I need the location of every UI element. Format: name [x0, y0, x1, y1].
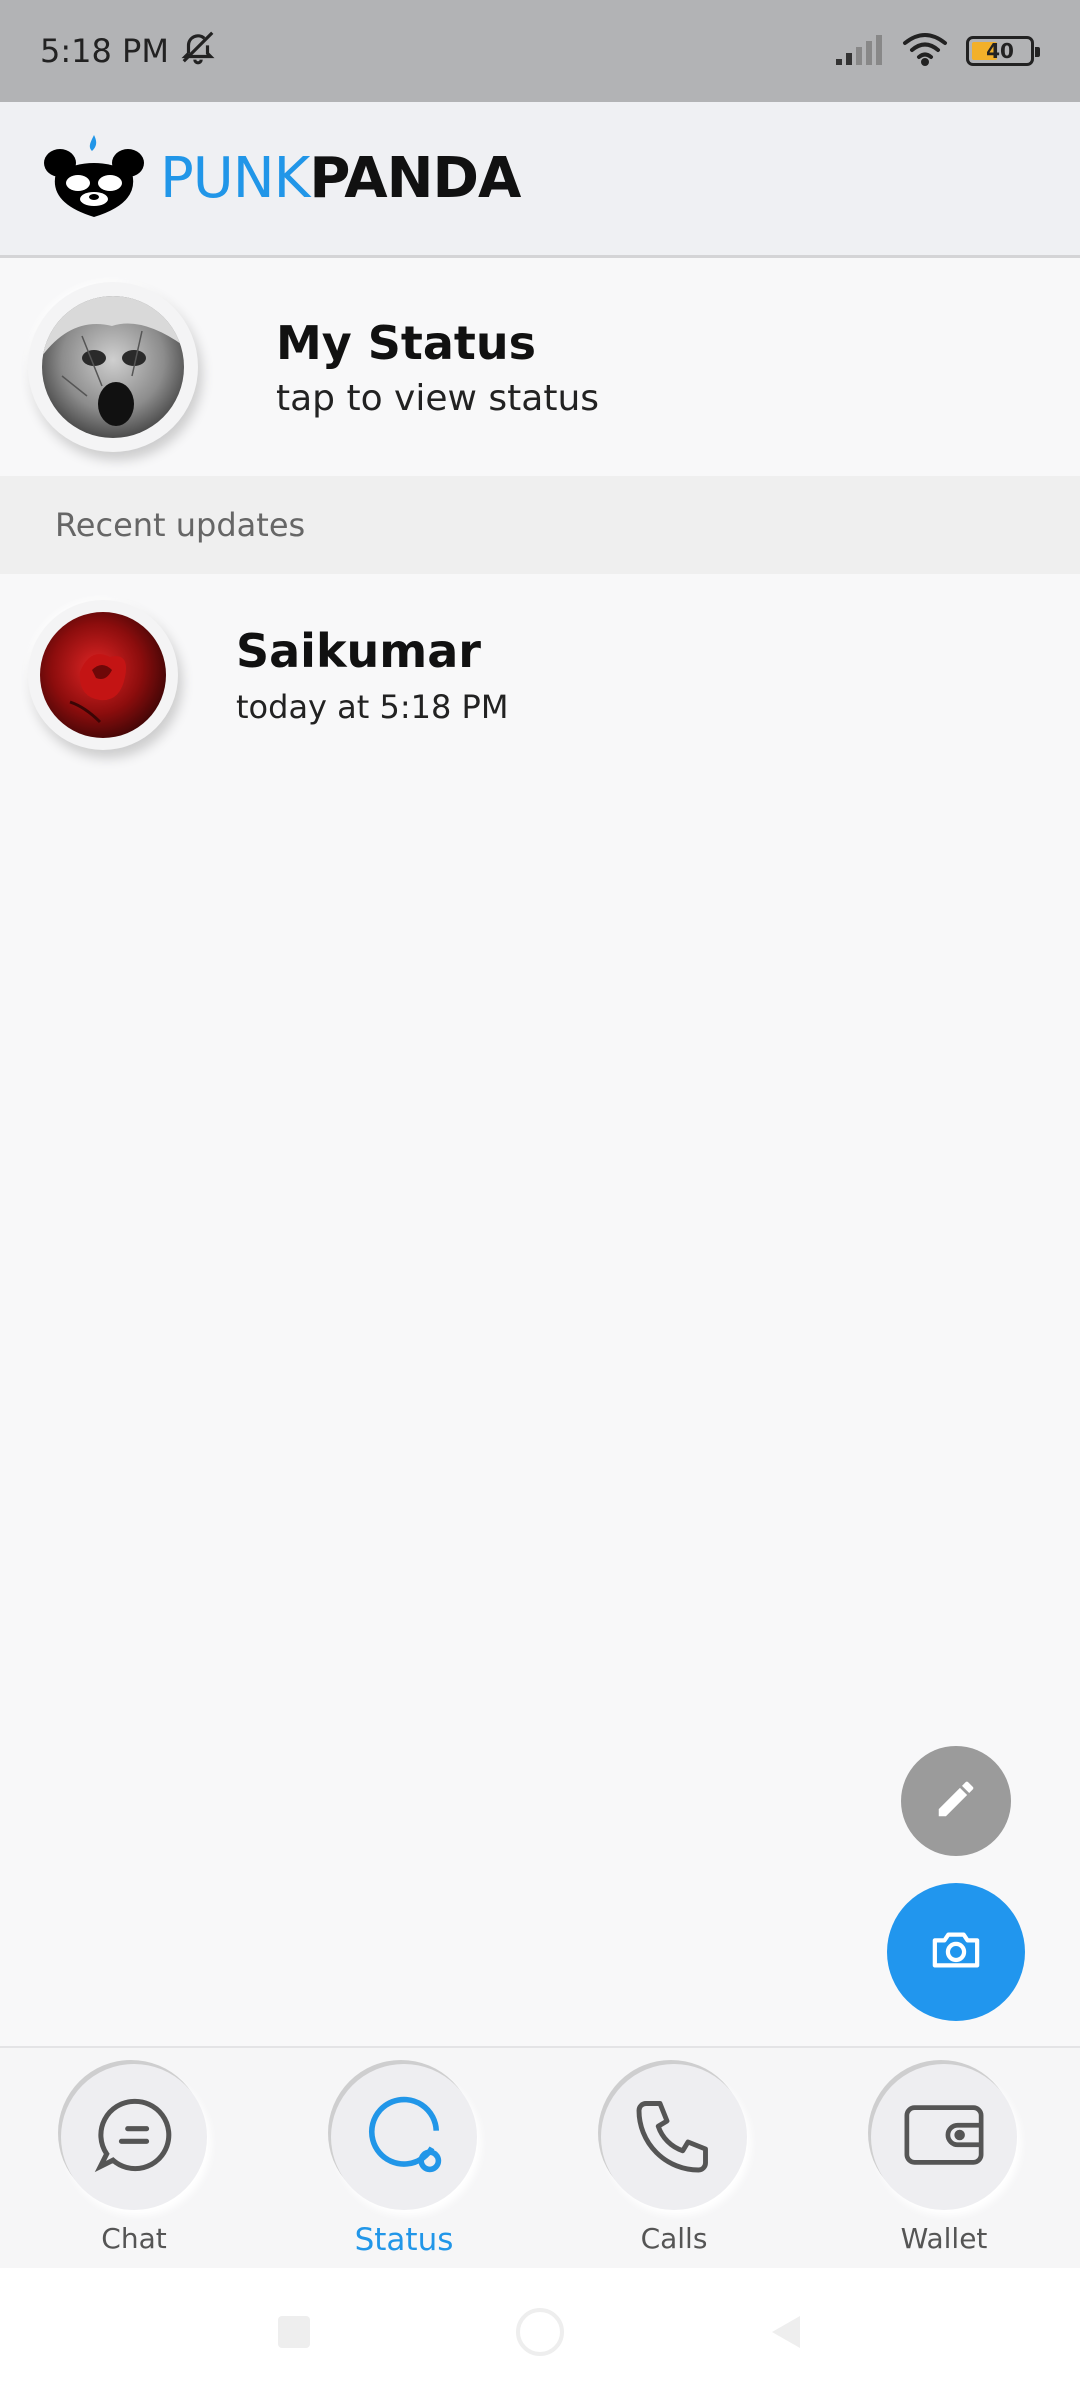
nav-label-wallet: Wallet: [900, 2222, 988, 2255]
nav-item-wallet[interactable]: Wallet: [864, 2064, 1024, 2264]
back-icon[interactable]: [766, 2312, 806, 2356]
update-text: Saikumar today at 5:18 PM: [236, 624, 508, 726]
my-status-subtitle: tap to view status: [276, 377, 600, 419]
app-header: PUNKPANDA: [0, 102, 1080, 258]
my-status-text: My Status tap to view status: [276, 316, 599, 419]
nav-item-calls[interactable]: Calls: [594, 2064, 754, 2264]
nav-circle-chat[interactable]: [61, 2064, 207, 2210]
mute-bell-icon: [179, 28, 217, 74]
system-status-bar: 5:18 PM 40: [0, 0, 1080, 102]
my-avatar-image: [42, 296, 184, 438]
battery-level: 40: [986, 39, 1014, 63]
bottom-nav: Chat Status Calls Wallet: [0, 2046, 1080, 2268]
list-item[interactable]: Saikumar today at 5:18 PM: [0, 595, 1080, 755]
my-status-avatar[interactable]: [28, 282, 198, 452]
camera-status-button[interactable]: [887, 1883, 1025, 2021]
signal-icon: [836, 33, 884, 69]
nav-circle-status[interactable]: [331, 2064, 477, 2210]
nav-circle-wallet[interactable]: [871, 2064, 1017, 2210]
status-bar-right: 40: [836, 32, 1040, 70]
recent-updates-header: Recent updates: [0, 476, 1080, 574]
contact-status-avatar[interactable]: [28, 600, 178, 750]
recents-icon[interactable]: [274, 2312, 314, 2356]
home-icon[interactable]: [514, 2306, 566, 2362]
nav-label-calls: Calls: [640, 2222, 708, 2255]
clock: 5:18 PM: [40, 32, 169, 70]
wifi-icon: [902, 32, 948, 70]
chat-bubble-icon: [92, 2093, 176, 2181]
nav-label-status: Status: [354, 2222, 454, 2258]
brand: PUNKPANDA: [42, 133, 521, 225]
camera-icon: [931, 1927, 981, 1977]
system-navigation-bar: [0, 2268, 1080, 2400]
panda-logo-icon: [42, 133, 146, 225]
contact-avatar-image: [40, 612, 166, 738]
nav-circle-calls[interactable]: [601, 2064, 747, 2210]
my-status-row[interactable]: My Status tap to view status: [0, 258, 1080, 476]
nav-item-status[interactable]: Status: [324, 2064, 484, 2264]
brand-name-part2: PANDA: [309, 146, 521, 211]
contact-name: Saikumar: [236, 624, 481, 678]
nav-label-chat: Chat: [101, 2222, 167, 2255]
status-ring-icon: [361, 2092, 447, 2182]
phone-icon: [632, 2093, 716, 2181]
update-time: today at 5:18 PM: [236, 688, 509, 726]
brand-name-part1: PUNK: [160, 146, 310, 211]
wallet-icon: [901, 2097, 987, 2177]
nav-item-chat[interactable]: Chat: [54, 2064, 214, 2264]
battery-icon: 40: [966, 36, 1040, 66]
status-bar-left: 5:18 PM: [40, 28, 217, 74]
pencil-icon: [933, 1776, 979, 1826]
edit-status-button[interactable]: [901, 1746, 1011, 1856]
my-status-title: My Status: [276, 315, 537, 370]
brand-name: PUNKPANDA: [160, 146, 521, 211]
